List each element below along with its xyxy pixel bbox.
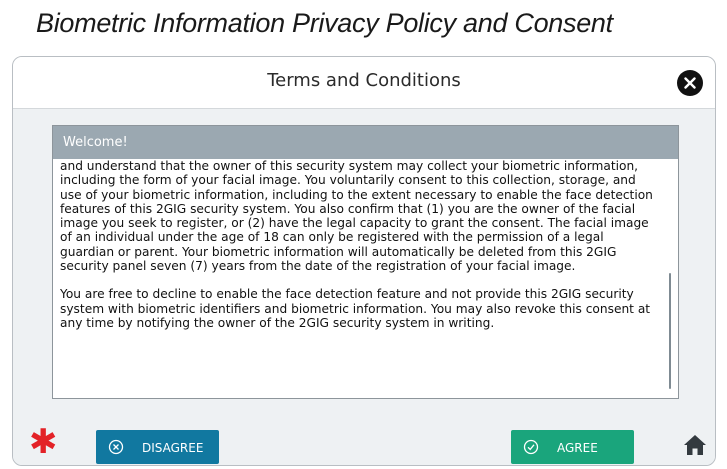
agree-label: AGREE <box>557 441 598 455</box>
terms-paragraph: and understand that the owner of this se… <box>60 159 653 274</box>
asterisk-icon[interactable]: ✱ <box>29 425 58 459</box>
terms-dialog: Terms and Conditions Welcome! and unders… <box>12 56 716 466</box>
terms-text: and understand that the owner of this se… <box>60 159 660 344</box>
terms-panel[interactable]: Welcome! and understand that the owner o… <box>52 125 679 399</box>
dialog-footer: ✱ DISAGREE AGREE <box>13 423 715 465</box>
circle-x-icon <box>108 439 124 455</box>
agree-button[interactable]: AGREE <box>511 430 634 464</box>
scrollbar[interactable] <box>669 273 671 389</box>
welcome-bar: Welcome! <box>53 126 678 159</box>
close-button[interactable] <box>677 70 703 96</box>
dialog-title: Terms and Conditions <box>267 70 461 91</box>
page-heading: Biometric Information Privacy Policy and… <box>36 8 613 38</box>
disagree-button[interactable]: DISAGREE <box>96 430 219 464</box>
terms-paragraph: You are free to decline to enable the fa… <box>60 287 651 330</box>
home-icon[interactable] <box>683 434 707 456</box>
dialog-header: Terms and Conditions <box>13 57 715 109</box>
close-icon <box>684 77 696 89</box>
circle-check-icon <box>523 439 539 455</box>
disagree-label: DISAGREE <box>142 441 204 455</box>
